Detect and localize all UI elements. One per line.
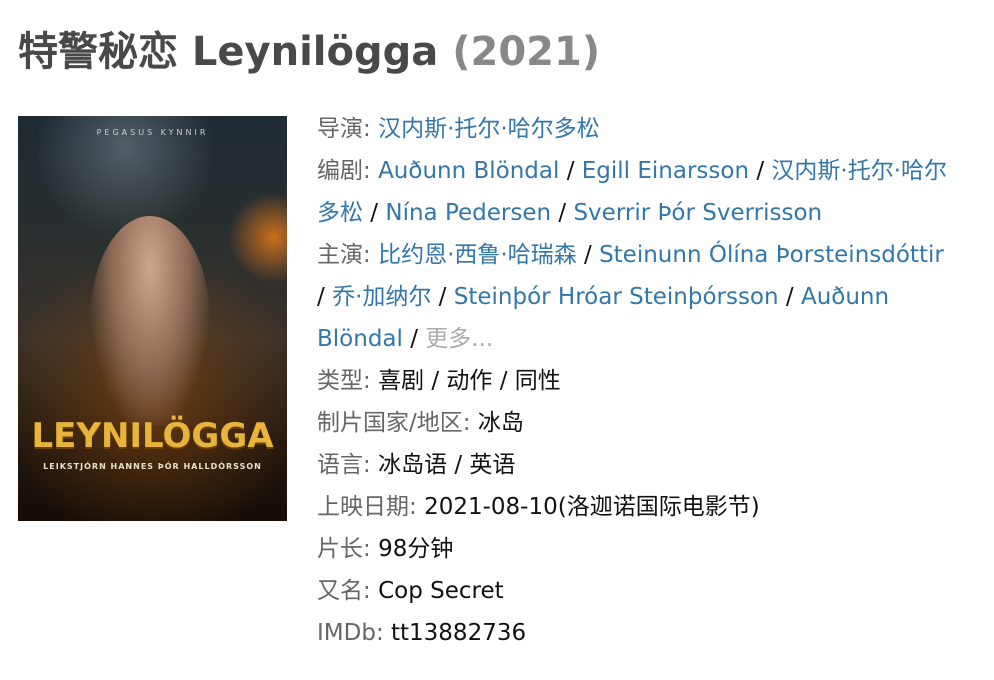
language-value: 冰岛语 / 英语 xyxy=(378,452,516,478)
release-date-row: 上映日期: 2021-08-10(洛迦诺国际电影节) xyxy=(317,494,760,520)
language-row: 语言: 冰岛语 / 英语 xyxy=(317,452,516,478)
cast-link-2[interactable]: Steinunn Ólína Þorsteinsdóttir xyxy=(599,242,944,268)
genre-label: 类型 xyxy=(317,368,363,394)
writer-link-1[interactable]: Auðunn Blöndal xyxy=(378,158,559,184)
cast-row-cont: / 乔·加纳尔 / Steinþór Hróar Steinþórsson / … xyxy=(317,284,890,310)
country-row: 制片国家/地区: 冰岛 xyxy=(317,410,524,436)
cast-more-link[interactable]: 更多... xyxy=(425,326,493,352)
movie-info: 导演: 汉内斯·托尔·哈尔多松 编剧: Auðunn Blöndal / Egi… xyxy=(317,108,987,654)
cast-row-cont-2: Blöndal / 更多... xyxy=(317,326,494,352)
poster-top-text: PEGASUS KYNNIR xyxy=(96,128,209,137)
director-label: 导演 xyxy=(317,116,363,142)
cast-row: 主演: 比约恩·西鲁·哈瑞森 / Steinunn Ólína Þorstein… xyxy=(317,242,944,268)
aka-row: 又名: Cop Secret xyxy=(317,578,504,604)
writer-link-5[interactable]: Sverrir Þór Sverrisson xyxy=(573,200,822,226)
imdb-value: tt13882736 xyxy=(391,620,527,646)
release-date-label: 上映日期 xyxy=(317,494,409,520)
writer-link-2[interactable]: Egill Einarsson xyxy=(582,158,749,184)
page-title: 特警秘恋 Leynilögga (2021) xyxy=(18,20,600,84)
writer-link-3-cont[interactable]: 多松 xyxy=(317,200,363,226)
cast-link-5[interactable]: Auðunn xyxy=(801,284,889,310)
cast-link-3[interactable]: 乔·加纳尔 xyxy=(332,284,431,310)
runtime-row: 片长: 98分钟 xyxy=(317,536,454,562)
movie-poster[interactable]: PEGASUS KYNNIR LEYNILÖGGA LEIKSTJÓRN HAN… xyxy=(18,116,287,521)
country-value: 冰岛 xyxy=(477,410,524,436)
genre-value: 喜剧 / 动作 / 同性 xyxy=(378,368,561,394)
director-row: 导演: 汉内斯·托尔·哈尔多松 xyxy=(317,116,600,142)
movie-title: 特警秘恋 Leynilögga xyxy=(18,29,439,75)
cast-link-1[interactable]: 比约恩·西鲁·哈瑞森 xyxy=(378,242,577,268)
writers-label: 编剧 xyxy=(317,158,363,184)
aka-value: Cop Secret xyxy=(378,578,504,604)
runtime-label: 片长 xyxy=(317,536,363,562)
genre-row: 类型: 喜剧 / 动作 / 同性 xyxy=(317,368,561,394)
poster-subtitle: LEIKSTJÓRN HANNES ÞÓR HALLDÓRSSON xyxy=(43,462,262,471)
writer-link-4[interactable]: Nína Pedersen xyxy=(385,200,551,226)
cast-link-4[interactable]: Steinþór Hróar Steinþórsson xyxy=(454,284,779,310)
poster-logo: LEYNILÖGGA xyxy=(31,416,274,456)
runtime-value: 98分钟 xyxy=(378,536,454,562)
language-label: 语言 xyxy=(317,452,363,478)
cast-link-5-cont[interactable]: Blöndal xyxy=(317,326,403,352)
country-label: 制片国家/地区 xyxy=(317,410,463,436)
writers-row: 编剧: Auðunn Blöndal / Egill Einarsson / 汉… xyxy=(317,158,948,184)
director-link[interactable]: 汉内斯·托尔·哈尔多松 xyxy=(378,116,600,142)
imdb-label: IMDb xyxy=(317,620,376,646)
imdb-row: IMDb: tt13882736 xyxy=(317,620,527,646)
poster-figure xyxy=(90,216,210,426)
aka-label: 又名 xyxy=(317,578,363,604)
writers-row-cont: 多松 / Nína Pedersen / Sverrir Þór Sverris… xyxy=(317,200,823,226)
writer-link-3[interactable]: 汉内斯·托尔·哈尔 xyxy=(771,158,947,184)
cast-label: 主演 xyxy=(317,242,363,268)
release-date-value: 2021-08-10(洛迦诺国际电影节) xyxy=(424,494,760,520)
movie-year: (2021) xyxy=(452,29,601,75)
